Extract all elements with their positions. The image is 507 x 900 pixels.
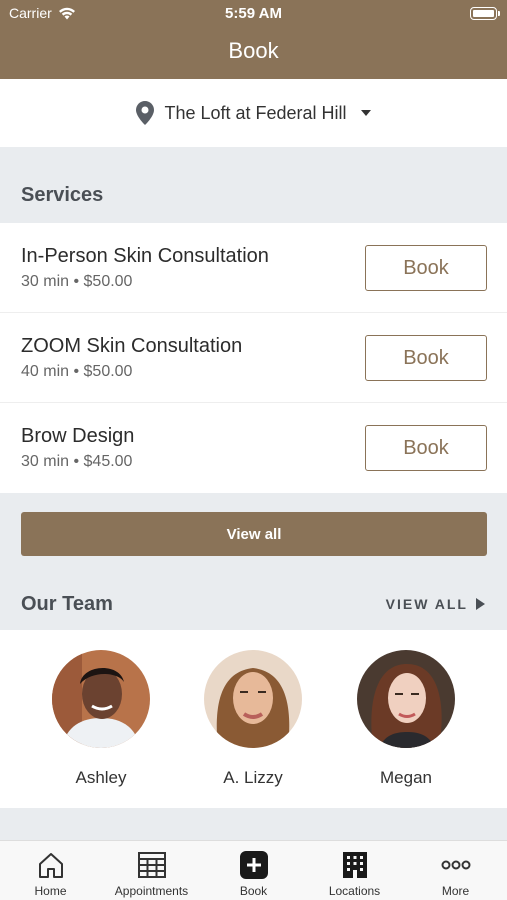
member-name: A. Lizzy [223, 768, 283, 787]
tab-label: Book [239, 884, 268, 898]
service-name: In-Person Skin Consultation [21, 245, 269, 267]
tab-appointments[interactable]: Appointments [101, 841, 202, 900]
service-meta: 30 min • $50.00 [21, 273, 133, 290]
view-all-team-link[interactable]: VIEW ALL [386, 596, 485, 612]
plus-icon [239, 851, 268, 879]
team-member-ashley[interactable]: Ashley [41, 650, 161, 788]
location-pin-icon [136, 101, 155, 125]
tab-book[interactable]: Book [203, 841, 304, 900]
service-name: ZOOM Skin Consultation [21, 335, 243, 357]
view-all-team-label: VIEW ALL [385, 596, 468, 612]
service-row[interactable]: Brow Design 30 min • $45.00 Book [0, 403, 507, 493]
building-icon [342, 852, 367, 878]
location-selector[interactable]: The Loft at Federal Hill [0, 79, 507, 147]
more-icon [441, 860, 470, 870]
services-list: In-Person Skin Consultation 30 min • $50… [0, 223, 507, 493]
service-meta: 40 min • $50.00 [21, 363, 133, 380]
home-icon [38, 853, 63, 878]
service-row[interactable]: ZOOM Skin Consultation 40 min • $50.00 B… [0, 313, 507, 403]
tab-bar: Home Appointments Book Locations More [0, 840, 507, 900]
avatar [204, 650, 302, 748]
book-button[interactable]: Book [365, 425, 487, 471]
team-member-megan[interactable]: Megan [346, 650, 466, 788]
member-name: Ashley [75, 768, 127, 787]
page-title: Book [228, 38, 279, 63]
tab-locations[interactable]: Locations [304, 841, 405, 900]
book-button[interactable]: Book [365, 245, 487, 291]
arrow-right-icon [476, 598, 485, 610]
avatar [52, 650, 150, 748]
battery-icon [470, 7, 500, 20]
tab-label: Locations [328, 884, 381, 898]
service-row[interactable]: In-Person Skin Consultation 30 min • $50… [0, 223, 507, 313]
tab-home[interactable]: Home [0, 841, 101, 900]
status-bar: Carrier 5:59 AM [0, 0, 507, 28]
service-name: Brow Design [21, 425, 135, 447]
tab-more[interactable]: More [405, 841, 506, 900]
tab-label: Appointments [114, 884, 189, 898]
service-meta: 30 min • $45.00 [21, 453, 133, 470]
avatar [357, 650, 455, 748]
book-button[interactable]: Book [365, 335, 487, 381]
team-list: Ashley A. Lizzy Megan [0, 630, 507, 808]
status-time: 5:59 AM [225, 5, 282, 22]
team-heading: Our Team [21, 593, 113, 615]
team-member-a-lizzy[interactable]: A. Lizzy [193, 650, 313, 788]
view-all-services-button[interactable]: View all [21, 512, 487, 556]
services-heading: Services [21, 184, 104, 206]
app-header: Carrier 5:59 AM Book [0, 0, 507, 79]
calendar-grid-icon [137, 852, 166, 878]
tab-label: Home [34, 884, 67, 898]
member-name: Megan [380, 768, 432, 787]
caret-down-icon [360, 110, 371, 116]
tab-label: More [441, 884, 470, 898]
location-name: The Loft at Federal Hill [164, 102, 347, 123]
